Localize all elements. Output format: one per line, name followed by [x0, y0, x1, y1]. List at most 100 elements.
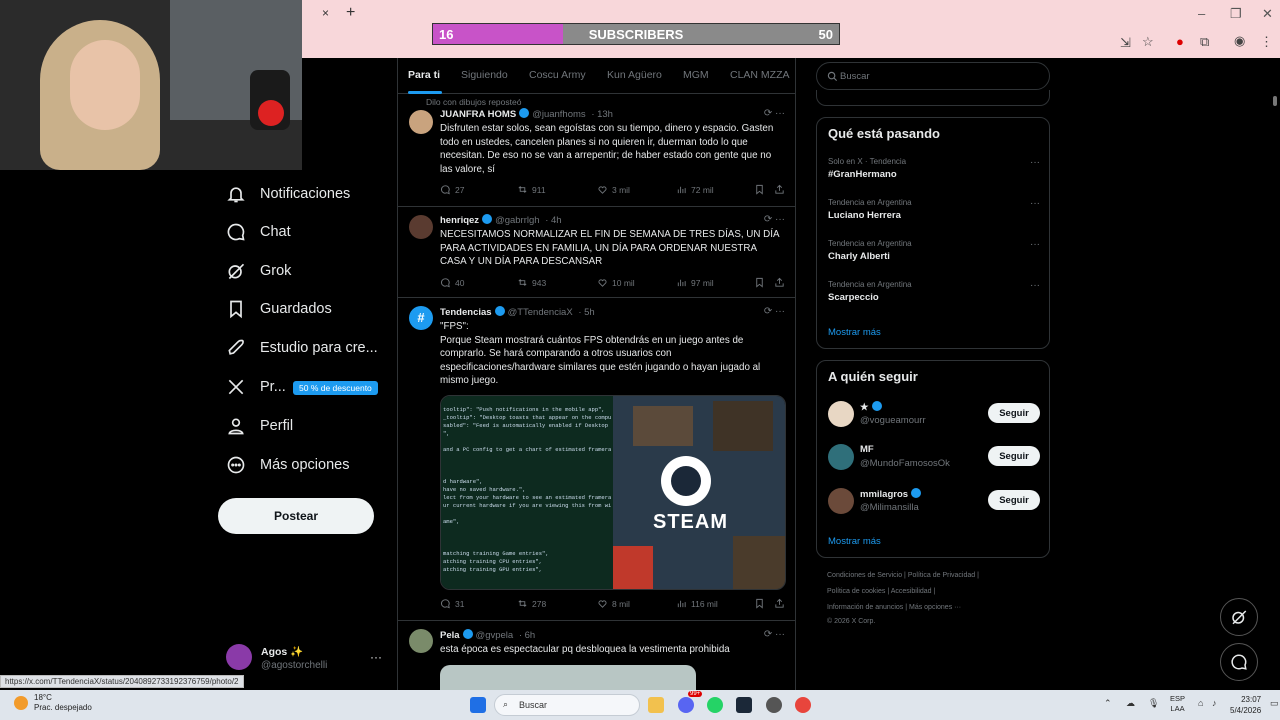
- avatar[interactable]: [409, 110, 433, 134]
- nav-guardados[interactable]: Guardados: [218, 290, 332, 328]
- discord-icon[interactable]: [678, 697, 694, 713]
- weather-widget[interactable]: 18°C Prac. despejado: [34, 693, 92, 713]
- page-scrollbar[interactable]: [1270, 58, 1280, 690]
- like-button[interactable]: 10 mil: [597, 277, 635, 288]
- views-button[interactable]: 97 mil: [676, 277, 714, 288]
- author-name[interactable]: JUANFRA HOMS: [440, 109, 516, 120]
- new-tab-button[interactable]: +: [346, 4, 355, 22]
- reply-button[interactable]: 31: [440, 598, 464, 609]
- tray-mic-icon[interactable]: 🎙: [1148, 698, 1159, 709]
- tab-clan-mzza[interactable]: CLAN MZZA: [730, 69, 790, 81]
- follow-button[interactable]: Seguir: [988, 403, 1040, 423]
- follow-suggestion[interactable]: mmilagros @Milimansilla Seguir: [828, 486, 1040, 516]
- trend-item[interactable]: Tendencia en Argentina Luciano Herrera ·…: [828, 198, 1040, 221]
- tab-kun-aguero[interactable]: Kun Agüero: [607, 69, 662, 81]
- footer-link[interactable]: Política de Privacidad: [908, 572, 975, 579]
- tab-para-ti[interactable]: Para ti: [408, 69, 440, 81]
- grok-fab-button[interactable]: [1220, 598, 1258, 636]
- author-handle[interactable]: @gvpela: [476, 630, 514, 641]
- trending-show-more-link[interactable]: Mostrar más: [828, 327, 881, 338]
- nav-notificaciones[interactable]: Notificaciones: [218, 175, 350, 213]
- nav-grok[interactable]: Grok: [218, 252, 291, 290]
- tweet-time[interactable]: · 6h: [519, 630, 535, 641]
- reply-button[interactable]: 27: [440, 184, 464, 195]
- author-handle[interactable]: @juanfhoms: [532, 109, 585, 120]
- extension-icon[interactable]: ●: [1176, 34, 1184, 49]
- repost-button[interactable]: 278: [517, 598, 546, 609]
- obs-icon[interactable]: [766, 697, 782, 713]
- follow-show-more-link[interactable]: Mostrar más: [828, 536, 881, 547]
- author-handle[interactable]: @gabrrlgh: [495, 215, 540, 226]
- reply-button[interactable]: 40: [440, 277, 464, 288]
- volume-icon[interactable]: ♪: [1212, 698, 1217, 708]
- network-icon[interactable]: ⌂: [1198, 698, 1203, 708]
- more-icon[interactable]: ···: [1030, 198, 1040, 209]
- avatar[interactable]: [828, 401, 854, 427]
- follow-suggestion[interactable]: ★ @vogueamourr Seguir: [828, 399, 1040, 429]
- tweet-media-image[interactable]: [440, 665, 696, 690]
- tweet[interactable]: # Tendencias @TTendenciaX · 5h ⟳ ··· "FPS…: [398, 298, 795, 620]
- views-button[interactable]: 116 mil: [676, 598, 718, 609]
- nav-chat[interactable]: Chat: [218, 213, 291, 251]
- browser-menu-icon[interactable]: ⋮: [1260, 34, 1273, 50]
- more-icon[interactable]: ···: [1030, 280, 1040, 291]
- like-button[interactable]: 8 mil: [597, 598, 630, 609]
- bookmark-button[interactable]: [754, 598, 769, 609]
- notifications-icon[interactable]: ▭: [1270, 698, 1279, 709]
- weather-sun-icon[interactable]: [14, 696, 28, 710]
- account-switcher[interactable]: Agos ✨ @agostorchelli ···: [226, 644, 386, 676]
- messages-fab-button[interactable]: [1220, 643, 1258, 681]
- trend-item[interactable]: Tendencia en Argentina Charly Alberti ··…: [828, 239, 1040, 262]
- trend-item[interactable]: Tendencia en Argentina Scarpeccio ···: [828, 280, 1040, 303]
- repost-button[interactable]: 943: [517, 277, 546, 288]
- install-app-icon[interactable]: ⇲: [1120, 35, 1131, 51]
- extensions-puzzle-icon[interactable]: ⧉: [1200, 34, 1209, 50]
- tweet-more-icon[interactable]: ⟳ ···: [764, 214, 785, 225]
- footer-link[interactable]: Información de anuncios: [827, 604, 903, 611]
- chrome-icon[interactable]: [795, 697, 811, 713]
- trend-item[interactable]: Solo en X · Tendencia #GranHermano ···: [828, 157, 1040, 180]
- footer-link[interactable]: Condiciones de Servicio: [827, 572, 902, 579]
- post-button[interactable]: Postear: [218, 498, 374, 534]
- file-explorer-icon[interactable]: [648, 697, 664, 713]
- avatar[interactable]: [409, 629, 433, 653]
- bookmark-star-icon[interactable]: ☆: [1142, 34, 1154, 50]
- tweet[interactable]: Pela @gvpela · 6h ⟳ ··· esta época es esp…: [398, 620, 795, 690]
- restore-icon[interactable]: ❐: [1230, 6, 1242, 22]
- minimize-icon[interactable]: –: [1198, 6, 1205, 21]
- author-name[interactable]: henriqez: [440, 215, 479, 226]
- share-button[interactable]: [774, 598, 789, 609]
- more-icon[interactable]: ···: [1030, 157, 1040, 168]
- taskbar-clock[interactable]: 23:07 5/4/2026: [1230, 694, 1261, 716]
- nav-premium[interactable]: Pr...: [218, 368, 286, 406]
- tray-chevron-icon[interactable]: ⌃: [1104, 698, 1112, 709]
- avatar[interactable]: [828, 444, 854, 470]
- like-button[interactable]: 3 mil: [597, 184, 630, 195]
- hashtag-avatar-icon[interactable]: #: [409, 306, 433, 330]
- close-window-icon[interactable]: ✕: [1262, 6, 1273, 22]
- tab-mgm[interactable]: MGM: [683, 69, 709, 81]
- profile-avatar-icon[interactable]: ◉: [1234, 33, 1245, 49]
- more-icon[interactable]: ···: [1030, 239, 1040, 250]
- scrollbar-thumb[interactable]: [1273, 96, 1277, 106]
- tweet-time[interactable]: · 4h: [545, 215, 561, 226]
- tweet[interactable]: henriqez @gabrrlgh · 4h ⟳ ··· NECESITAMOS…: [398, 207, 795, 298]
- footer-link[interactable]: Accesibilidad: [891, 588, 932, 595]
- search-input[interactable]: Buscar: [816, 62, 1050, 90]
- author-name[interactable]: Tendencias: [440, 307, 492, 318]
- language-indicator[interactable]: ESP LAA: [1170, 694, 1185, 714]
- tab-close-button[interactable]: ×: [322, 6, 329, 20]
- windows-start-icon[interactable]: [470, 697, 486, 713]
- tab-siguiendo[interactable]: Siguiendo: [461, 69, 508, 81]
- bookmark-button[interactable]: [754, 184, 769, 195]
- avatar[interactable]: [828, 488, 854, 514]
- tweet-time[interactable]: · 13h: [591, 109, 613, 120]
- tweet-time[interactable]: · 5h: [578, 307, 594, 318]
- avatar[interactable]: [409, 215, 433, 239]
- follow-button[interactable]: Seguir: [988, 490, 1040, 510]
- tweet-more-icon[interactable]: ⟳ ···: [764, 629, 785, 640]
- follow-suggestion[interactable]: MF @MundoFamososOk Seguir: [828, 442, 1040, 472]
- tray-cloud-icon[interactable]: ☁: [1126, 698, 1135, 709]
- tweet-more-icon[interactable]: ⟳ ···: [764, 108, 785, 119]
- steam-icon[interactable]: [736, 697, 752, 713]
